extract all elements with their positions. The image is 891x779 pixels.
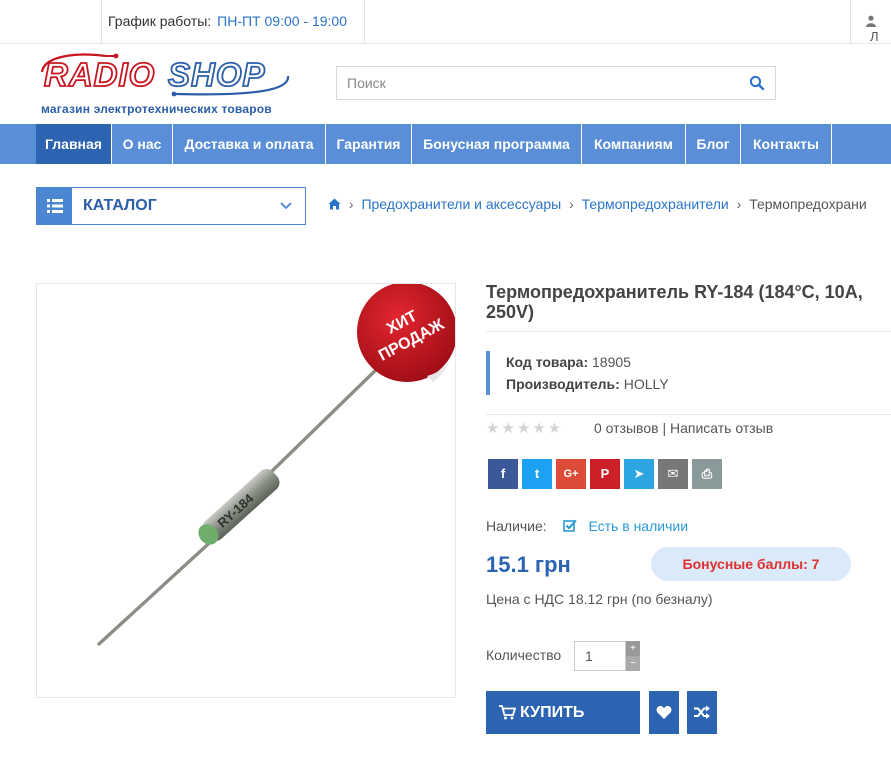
compare-button[interactable] bbox=[687, 691, 717, 734]
reviews-count-link[interactable]: 0 отзывов bbox=[594, 420, 659, 436]
breadcrumb-link[interactable]: Предохранители и аксессуары bbox=[361, 196, 561, 212]
breadcrumb-separator: › bbox=[569, 196, 574, 212]
chevron-down-icon bbox=[280, 202, 292, 210]
breadcrumb-separator: › bbox=[348, 196, 354, 212]
logo-mark: RADIO SHOP bbox=[40, 53, 290, 97]
shuffle-icon bbox=[694, 705, 710, 719]
divider bbox=[486, 331, 891, 332]
bonus-points-badge: Бонусные баллы: 7 bbox=[651, 547, 851, 581]
product-price: 15.1 грн bbox=[486, 552, 571, 577]
home-icon[interactable] bbox=[328, 198, 341, 210]
sku-row: Код товара: 18905 bbox=[506, 351, 669, 373]
availability-label: Наличие: bbox=[486, 518, 547, 534]
divider bbox=[486, 414, 891, 415]
vat-price: Цена с НДС 18.12 грн (по безналу) bbox=[486, 591, 713, 607]
catalog-label: КАТАЛОГ bbox=[83, 197, 157, 214]
schedule-label: График работы: bbox=[108, 13, 212, 29]
breadcrumb: › Предохранители и аксессуары › Термопре… bbox=[328, 196, 867, 212]
work-schedule: График работы: ПН-ПТ 09:00 - 19:00 bbox=[108, 13, 347, 29]
main-nav: Главная О нас Доставка и оплата Гарантия… bbox=[0, 124, 891, 164]
google-plus-icon[interactable]: G+ bbox=[556, 459, 586, 489]
product-title: Термопредохранитель RY-184 (184°C, 10A, … bbox=[486, 282, 863, 322]
product-image[interactable]: RY-184 ХИТ ПРОДАЖ bbox=[36, 283, 456, 698]
telegram-icon[interactable]: ➤ bbox=[624, 459, 654, 489]
twitter-icon[interactable]: t bbox=[522, 459, 552, 489]
nav-item-blog[interactable]: Блог bbox=[686, 124, 741, 164]
thermal-fuse-image: RY-184 ХИТ ПРОДАЖ bbox=[97, 284, 455, 646]
cart-icon bbox=[499, 705, 516, 720]
quantity-label: Количество bbox=[486, 647, 562, 663]
reviews-row: 0 отзывов | Написать отзыв bbox=[594, 420, 773, 436]
nav-item-about[interactable]: О нас bbox=[112, 124, 173, 164]
sku-label: Код товара: bbox=[506, 354, 589, 370]
breadcrumb-separator: › bbox=[736, 196, 742, 212]
list-icon bbox=[37, 188, 72, 224]
site-logo[interactable]: RADIO SHOP магазин электротехнических то… bbox=[36, 50, 298, 118]
maker-row: Производитель: HOLLY bbox=[506, 373, 669, 395]
bestseller-badge: ХИТ ПРОДАЖ bbox=[357, 284, 455, 382]
search-box bbox=[336, 66, 776, 100]
account-label: Л bbox=[870, 29, 879, 44]
search-icon[interactable] bbox=[749, 75, 765, 91]
top-divider bbox=[850, 0, 851, 44]
quantity-input[interactable] bbox=[574, 641, 626, 671]
logo-tagline: магазин электротехнических товаров bbox=[41, 102, 272, 116]
maker-value: HOLLY bbox=[623, 376, 669, 392]
availability-status: Есть в наличии bbox=[588, 518, 689, 534]
account-menu[interactable]: Л bbox=[866, 14, 891, 44]
breadcrumb-current: Термопредохрани bbox=[749, 196, 867, 212]
sku-value: 18905 bbox=[592, 354, 631, 370]
maker-label: Производитель: bbox=[506, 376, 620, 392]
catalog-dropdown[interactable]: КАТАЛОГ bbox=[36, 187, 306, 225]
top-divider bbox=[364, 0, 365, 44]
schedule-hours: ПН-ПТ 09:00 - 19:00 bbox=[217, 13, 348, 29]
product-meta: Код товара: 18905 Производитель: HOLLY bbox=[486, 351, 669, 395]
nav-item-companies[interactable]: Компаниям bbox=[582, 124, 686, 164]
breadcrumb-link[interactable]: Термопредохранители bbox=[582, 196, 729, 212]
top-divider bbox=[101, 0, 102, 44]
reviews-separator: | bbox=[662, 420, 667, 436]
nav-item-delivery[interactable]: Доставка и оплата bbox=[173, 124, 326, 164]
nav-item-contacts[interactable]: Контакты bbox=[741, 124, 832, 164]
facebook-icon[interactable]: f bbox=[488, 459, 518, 489]
email-icon[interactable]: ✉ bbox=[658, 459, 688, 489]
pinterest-icon[interactable]: P bbox=[590, 459, 620, 489]
quantity-decrease-button[interactable]: − bbox=[626, 656, 640, 671]
nav-item-home[interactable]: Главная bbox=[36, 124, 112, 164]
quantity-increase-button[interactable]: + bbox=[626, 641, 640, 656]
buy-label: КУПИТЬ bbox=[520, 704, 585, 721]
rating-stars: ★★★★★ bbox=[486, 420, 564, 437]
top-bar: График работы: ПН-ПТ 09:00 - 19:00 Л bbox=[0, 0, 891, 44]
search-input[interactable] bbox=[337, 67, 727, 99]
wishlist-button[interactable] bbox=[649, 691, 679, 734]
print-icon[interactable]: ⎙ bbox=[692, 459, 722, 489]
user-icon bbox=[866, 15, 876, 27]
nav-item-bonus[interactable]: Бонусная программа bbox=[412, 124, 582, 164]
checkbox-icon bbox=[562, 519, 577, 532]
logo-radio: RADIO bbox=[44, 56, 155, 93]
availability-row: Наличие: Есть в наличии bbox=[486, 518, 688, 534]
nav-item-warranty[interactable]: Гарантия bbox=[326, 124, 412, 164]
heart-icon bbox=[656, 706, 672, 719]
quantity-stepper: + − bbox=[574, 641, 640, 671]
write-review-link[interactable]: Написать отзыв bbox=[670, 420, 773, 436]
logo-shop: SHOP bbox=[168, 56, 266, 93]
buy-button[interactable]: КУПИТЬ bbox=[486, 691, 640, 734]
